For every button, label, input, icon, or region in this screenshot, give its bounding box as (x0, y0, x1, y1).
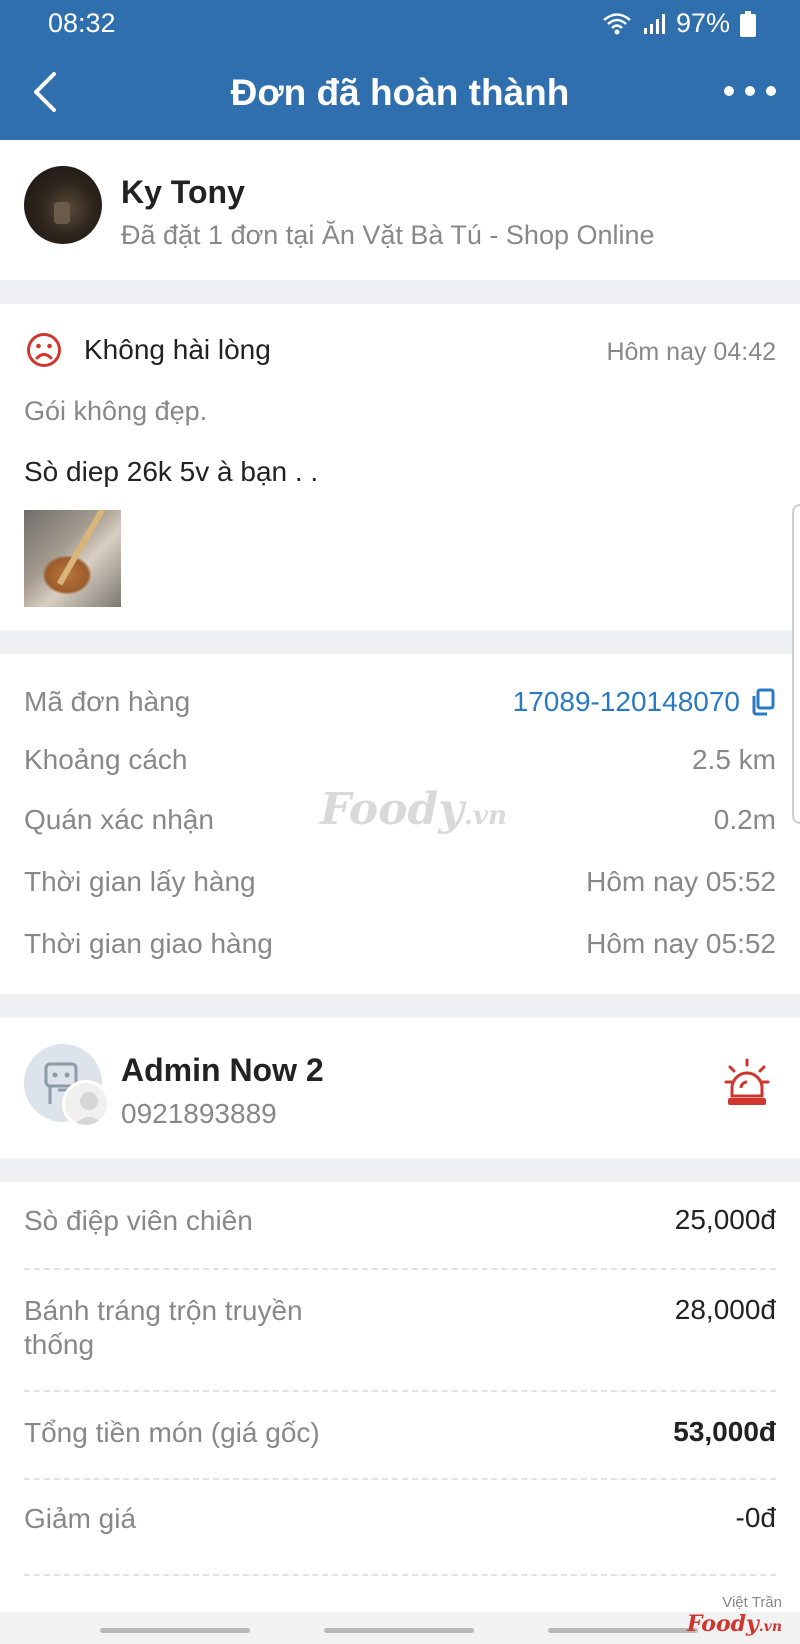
dot-icon (724, 86, 734, 96)
customer-order-summary: Đã đặt 1 đơn tại Ăn Vặt Bà Tú - Shop Onl… (121, 220, 655, 250)
order-item-price: 25,000đ (674, 1204, 776, 1235)
distance-label: Khoảng cách (24, 744, 188, 775)
driver-photo-badge (62, 1080, 110, 1128)
edge-panel-handle[interactable] (792, 504, 800, 824)
customer-avatar[interactable] (24, 166, 102, 244)
review-tag: Gói không đẹp. (24, 396, 208, 426)
status-time: 08:32 (48, 8, 116, 38)
driver-phone[interactable]: 0921893889 (121, 1098, 277, 1130)
more-options-button[interactable] (724, 76, 776, 106)
dot-icon (766, 86, 776, 96)
signal-icon (643, 13, 665, 34)
item-divider (24, 1390, 776, 1392)
subtotal-label: Tổng tiền món (giá gốc) (24, 1417, 320, 1448)
confirm-row: Quán xác nhận 0.2m (24, 800, 776, 840)
review-photo[interactable] (24, 510, 121, 607)
delivery-time-row: Thời gian giao hàng Hôm nay 05:52 (24, 924, 776, 964)
dot-icon (745, 86, 755, 96)
item-divider (24, 1574, 776, 1576)
order-item: Bánh tráng trộn truyền thống 28,000đ (24, 1294, 776, 1362)
subtotal-value: 53,000đ (673, 1416, 776, 1447)
order-items-card: Sò điệp viên chiên 25,000đ Bánh tráng tr… (0, 1182, 800, 1644)
driver-name: Admin Now 2 (121, 1052, 324, 1088)
nav-home-button[interactable] (324, 1628, 474, 1633)
sad-face-icon (27, 333, 61, 367)
item-divider (24, 1478, 776, 1480)
wifi-icon (603, 12, 631, 34)
distance-value: 2.5 km (691, 744, 776, 775)
app-header: 08:32 97% Đơn đã hoàn thành (0, 0, 800, 140)
delivery-time-value: Hôm nay 05:52 (586, 928, 776, 959)
corner-watermark: Việt Trần Foody.vn (687, 1594, 782, 1637)
confirm-label: Quán xác nhận (24, 804, 214, 835)
order-code-label: Mã đơn hàng (24, 686, 191, 717)
status-indicators: 97% (602, 8, 756, 39)
discount-value: -0đ (735, 1502, 776, 1533)
pickup-time-row: Thời gian lấy hàng Hôm nay 05:52 (24, 862, 776, 902)
review-time: Hôm nay 04:42 (606, 338, 776, 366)
discount-row: Giảm giá -0đ (24, 1502, 776, 1536)
driver-card: Admin Now 2 0921893889 (0, 1018, 800, 1158)
nav-recent-button[interactable] (100, 1628, 250, 1633)
order-item: Sò điệp viên chiên 25,000đ (24, 1204, 776, 1238)
pickup-time-label: Thời gian lấy hàng (24, 866, 256, 897)
item-divider (24, 1268, 776, 1270)
customer-card: Ky Tony Đã đặt 1 đơn tại Ăn Vặt Bà Tú - … (0, 140, 800, 280)
order-code-value[interactable]: 17089-120148070 (513, 686, 776, 718)
order-item-name: Sò điệp viên chiên (24, 1205, 253, 1236)
battery-percent: 97% (675, 8, 730, 38)
copy-icon[interactable] (750, 688, 776, 716)
review-rating: Không hài lòng (84, 334, 271, 365)
nav-back-button[interactable] (548, 1628, 698, 1633)
person-icon (74, 1092, 104, 1125)
system-nav-bar (0, 1612, 800, 1644)
battery-icon (740, 10, 756, 37)
watermark-author: Việt Trần (722, 1594, 782, 1611)
delivery-time-label: Thời gian giao hàng (24, 928, 273, 959)
review-text: Sò diep 26k 5v à bạn . . (24, 456, 319, 487)
distance-row: Khoảng cách 2.5 km (24, 740, 776, 780)
order-item-name: Bánh tráng trộn truyền thống (24, 1295, 303, 1360)
pickup-time-value: Hôm nay 05:52 (586, 866, 776, 897)
order-item-price: 28,000đ (674, 1294, 776, 1325)
review-card: Không hài lòng Hôm nay 04:42 Gói không đ… (0, 304, 800, 630)
watermark-brand: Foody.vn (686, 1611, 782, 1637)
order-info-card: Foody.vn Mã đơn hàng 17089-120148070 Kho… (0, 654, 800, 994)
subtotal-row: Tổng tiền món (giá gốc) 53,000đ (24, 1416, 776, 1450)
page-title: Đơn đã hoàn thành (230, 72, 570, 113)
customer-name: Ky Tony (121, 174, 245, 210)
order-code-row: Mã đơn hàng 17089-120148070 (24, 682, 776, 722)
confirm-value: 0.2m (713, 804, 776, 835)
discount-label: Giảm giá (24, 1503, 137, 1534)
alarm-siren-icon[interactable] (724, 1058, 770, 1108)
